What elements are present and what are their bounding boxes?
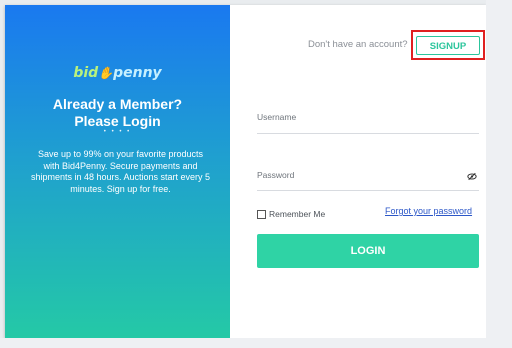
signup-highlight: SIGNUP xyxy=(411,30,485,60)
brand-part1: bid xyxy=(73,65,99,81)
page-background: bid✋penny Already a Member? Please Login… xyxy=(0,0,512,348)
forgot-password-link[interactable]: Forgot your password xyxy=(385,206,472,216)
login-button[interactable]: LOGIN xyxy=(257,234,479,268)
decorative-dots: • • • • xyxy=(103,129,132,135)
hand-icon: ✋ xyxy=(98,66,114,80)
login-card: bid✋penny Already a Member? Please Login… xyxy=(5,5,486,338)
brand-logo: bid✋penny xyxy=(5,65,230,81)
remember-checkbox[interactable] xyxy=(257,209,266,219)
username-input[interactable] xyxy=(257,133,479,134)
password-input[interactable] xyxy=(257,190,479,191)
panel-title: Already a Member? Please Login xyxy=(5,96,230,130)
bottom-gutter xyxy=(0,338,512,348)
panel-description: Save up to 99% on your favorite products… xyxy=(30,149,211,194)
password-label: Password xyxy=(257,170,295,180)
right-gutter xyxy=(486,0,512,348)
title-line2: Please Login xyxy=(74,113,161,129)
title-line1: Already a Member? xyxy=(52,96,183,112)
signup-button[interactable]: SIGNUP xyxy=(416,36,480,55)
no-account-text: Don't have an account? xyxy=(308,39,408,50)
eye-off-icon[interactable] xyxy=(467,172,477,181)
brand-part2: penny xyxy=(113,65,162,81)
remember-label: Remember Me xyxy=(269,209,326,219)
remember-me[interactable]: Remember Me xyxy=(257,209,325,219)
welcome-panel: bid✋penny Already a Member? Please Login… xyxy=(5,5,230,338)
username-label: Username xyxy=(257,112,297,122)
login-form-panel: Don't have an account? SIGNUP Username P… xyxy=(230,5,486,338)
